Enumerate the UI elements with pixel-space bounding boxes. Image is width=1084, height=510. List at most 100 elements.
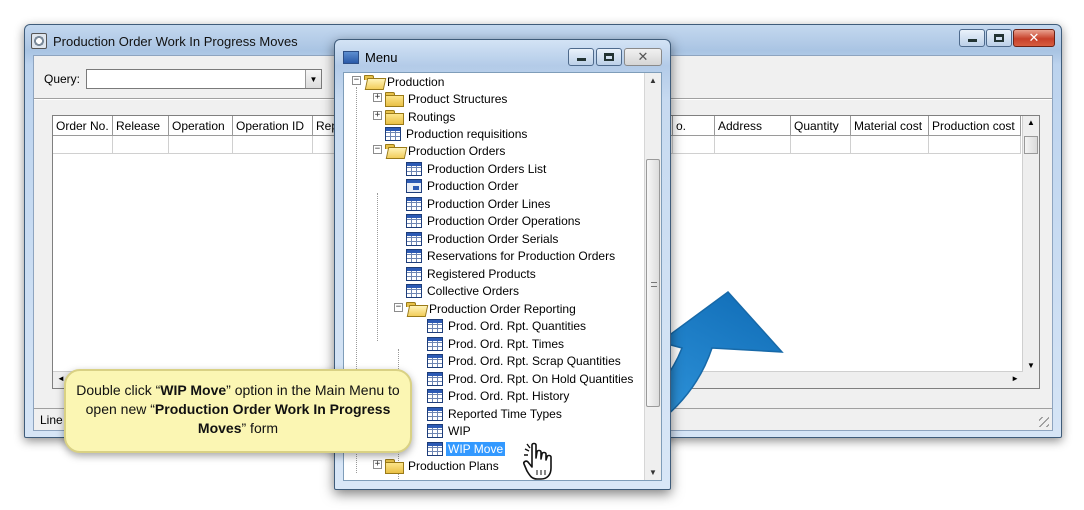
tree-item-wip-move[interactable]: WIP Move — [427, 440, 506, 457]
query-row: Query: ▼ — [44, 69, 323, 89]
tree-item-production-orders[interactable]: Production Orders — [385, 142, 507, 159]
chevron-down-icon[interactable]: ▼ — [305, 70, 322, 88]
tree-item-production-order-operations[interactable]: Production Order Operations — [406, 212, 582, 229]
tree-item-production-requisitions[interactable]: Production requisitions — [385, 125, 529, 142]
tree-item-production-order-reporting[interactable]: Production Order Reporting — [406, 300, 578, 317]
scroll-right-icon[interactable]: ► — [1011, 374, 1019, 383]
menu-close-button[interactable]: ✕ — [624, 48, 662, 66]
query-combo[interactable]: ▼ — [86, 69, 323, 89]
column-header[interactable]: Operation — [169, 116, 233, 136]
collapse-icon[interactable]: − — [352, 76, 361, 85]
column-header[interactable]: Quantity — [791, 116, 851, 136]
query-label: Query: — [44, 72, 81, 86]
window-caption-buttons: ✕ — [959, 29, 1055, 47]
tree-item-product-structures[interactable]: Product Structures — [385, 90, 509, 107]
table-cell[interactable] — [113, 136, 169, 154]
scroll-thumb[interactable] — [646, 159, 660, 407]
tree-item-production-order-lines[interactable]: Production Order Lines — [406, 195, 552, 212]
tree-item-production-orders-list[interactable]: Production Orders List — [406, 160, 548, 177]
column-header[interactable]: Production cost — [929, 116, 1021, 136]
tree-item-label: Prod. Ord. Rpt. Scrap Quantities — [448, 353, 621, 368]
status-text: Line — [40, 413, 63, 427]
tree-line — [377, 193, 378, 341]
tree-item-reported-time-types[interactable]: Reported Time Types — [427, 405, 564, 422]
menu-vertical-scrollbar[interactable]: ▲ ▼ — [644, 73, 661, 480]
table-form-icon — [427, 406, 443, 421]
table-form-icon — [406, 231, 422, 246]
column-header[interactable]: o. — [673, 116, 715, 136]
tree-item-production[interactable]: Production — [364, 73, 446, 90]
resize-grip-icon[interactable] — [1039, 417, 1049, 427]
tree-item-rpt-on-hold-quantities[interactable]: Prod. Ord. Rpt. On Hold Quantities — [427, 370, 635, 387]
tree-item-label: Production requisitions — [406, 126, 528, 141]
column-header[interactable]: Material cost — [851, 116, 929, 136]
menu-minimize-button[interactable] — [568, 48, 594, 66]
scroll-up-icon[interactable]: ▲ — [1027, 118, 1035, 127]
scroll-thumb[interactable] — [1024, 136, 1038, 154]
minimize-icon — [967, 39, 977, 42]
table-form-icon — [406, 196, 422, 211]
tree-item-label: Reservations for Production Orders — [427, 248, 616, 263]
column-header[interactable]: Release — [113, 116, 169, 136]
window-title-bar: Production Order Work In Progress Moves — [31, 31, 298, 51]
menu-title: Menu — [365, 50, 398, 65]
tree-item-label: WIP — [448, 423, 471, 438]
collapse-icon[interactable]: − — [394, 303, 403, 312]
tree-item-routings[interactable]: Routings — [385, 108, 457, 125]
table-cell[interactable] — [233, 136, 313, 154]
table-cell[interactable] — [791, 136, 851, 154]
maximize-button[interactable] — [986, 29, 1012, 47]
table-cell[interactable] — [169, 136, 233, 154]
tree-item-label: Production — [387, 74, 445, 89]
folder-open-icon — [385, 144, 403, 157]
tree-item-rpt-history[interactable]: Prod. Ord. Rpt. History — [427, 387, 571, 404]
tree-item-rpt-times[interactable]: Prod. Ord. Rpt. Times — [427, 335, 566, 352]
table-cell[interactable] — [673, 136, 715, 154]
tree-item-label: Registered Products — [427, 266, 536, 281]
tree-item-rpt-quantities[interactable]: Prod. Ord. Rpt. Quantities — [427, 317, 588, 334]
tree-item-label: Production Order Serials — [427, 231, 559, 246]
table-cell[interactable] — [851, 136, 929, 154]
tree-item-collective-orders[interactable]: Collective Orders — [406, 282, 521, 299]
scroll-up-icon[interactable]: ▲ — [649, 76, 657, 85]
maximize-icon — [604, 53, 614, 61]
tree-item-label: Production Orders — [408, 143, 506, 158]
tree-item-label: Production Orders List — [427, 161, 547, 176]
table-cell[interactable] — [929, 136, 1021, 154]
tree-item-reservations[interactable]: Reservations for Production Orders — [406, 247, 617, 264]
scroll-down-icon[interactable]: ▼ — [1027, 361, 1035, 370]
collapse-icon[interactable]: − — [373, 145, 382, 154]
tree-item-production-plans[interactable]: Production Plans — [385, 457, 501, 474]
tree-item-rpt-scrap-quantities[interactable]: Prod. Ord. Rpt. Scrap Quantities — [427, 352, 623, 369]
close-button[interactable]: ✕ — [1013, 29, 1055, 47]
tree-item-production-order[interactable]: Production Order — [406, 177, 520, 194]
grid-vertical-scrollbar[interactable]: ▲ ▼ — [1022, 116, 1039, 388]
tree-item-label: Collective Orders — [427, 283, 520, 298]
close-icon: ✕ — [1028, 30, 1040, 46]
expand-icon[interactable]: + — [373, 111, 382, 120]
tree-item-production-order-serials[interactable]: Production Order Serials — [406, 230, 560, 247]
window-app-icon — [31, 33, 47, 49]
tree-item-wip[interactable]: WIP — [427, 422, 473, 439]
callout-text: ” form — [241, 420, 279, 436]
table-cell[interactable] — [53, 136, 113, 154]
tree-item-label-selected: WIP Move — [446, 441, 506, 456]
column-header[interactable]: Address — [715, 116, 791, 136]
table-form-icon — [427, 423, 443, 438]
scroll-down-icon[interactable]: ▼ — [649, 468, 657, 477]
minimize-button[interactable] — [959, 29, 985, 47]
folder-icon — [385, 110, 404, 125]
table-form-icon — [427, 371, 443, 386]
expand-icon[interactable]: + — [373, 460, 382, 469]
table-cell[interactable] — [715, 136, 791, 154]
tree-item-label: Prod. Ord. Rpt. On Hold Quantities — [448, 371, 634, 386]
menu-maximize-button[interactable] — [596, 48, 622, 66]
expand-icon[interactable]: + — [373, 93, 382, 102]
table-form-icon — [406, 266, 422, 281]
tree-item-registered-products[interactable]: Registered Products — [406, 265, 538, 282]
tree-item-label: Routings — [408, 109, 456, 124]
table-form-icon — [406, 161, 422, 176]
column-header[interactable]: Operation ID — [233, 116, 313, 136]
menu-window-icon — [343, 51, 359, 64]
column-header[interactable]: Order No. — [53, 116, 113, 136]
